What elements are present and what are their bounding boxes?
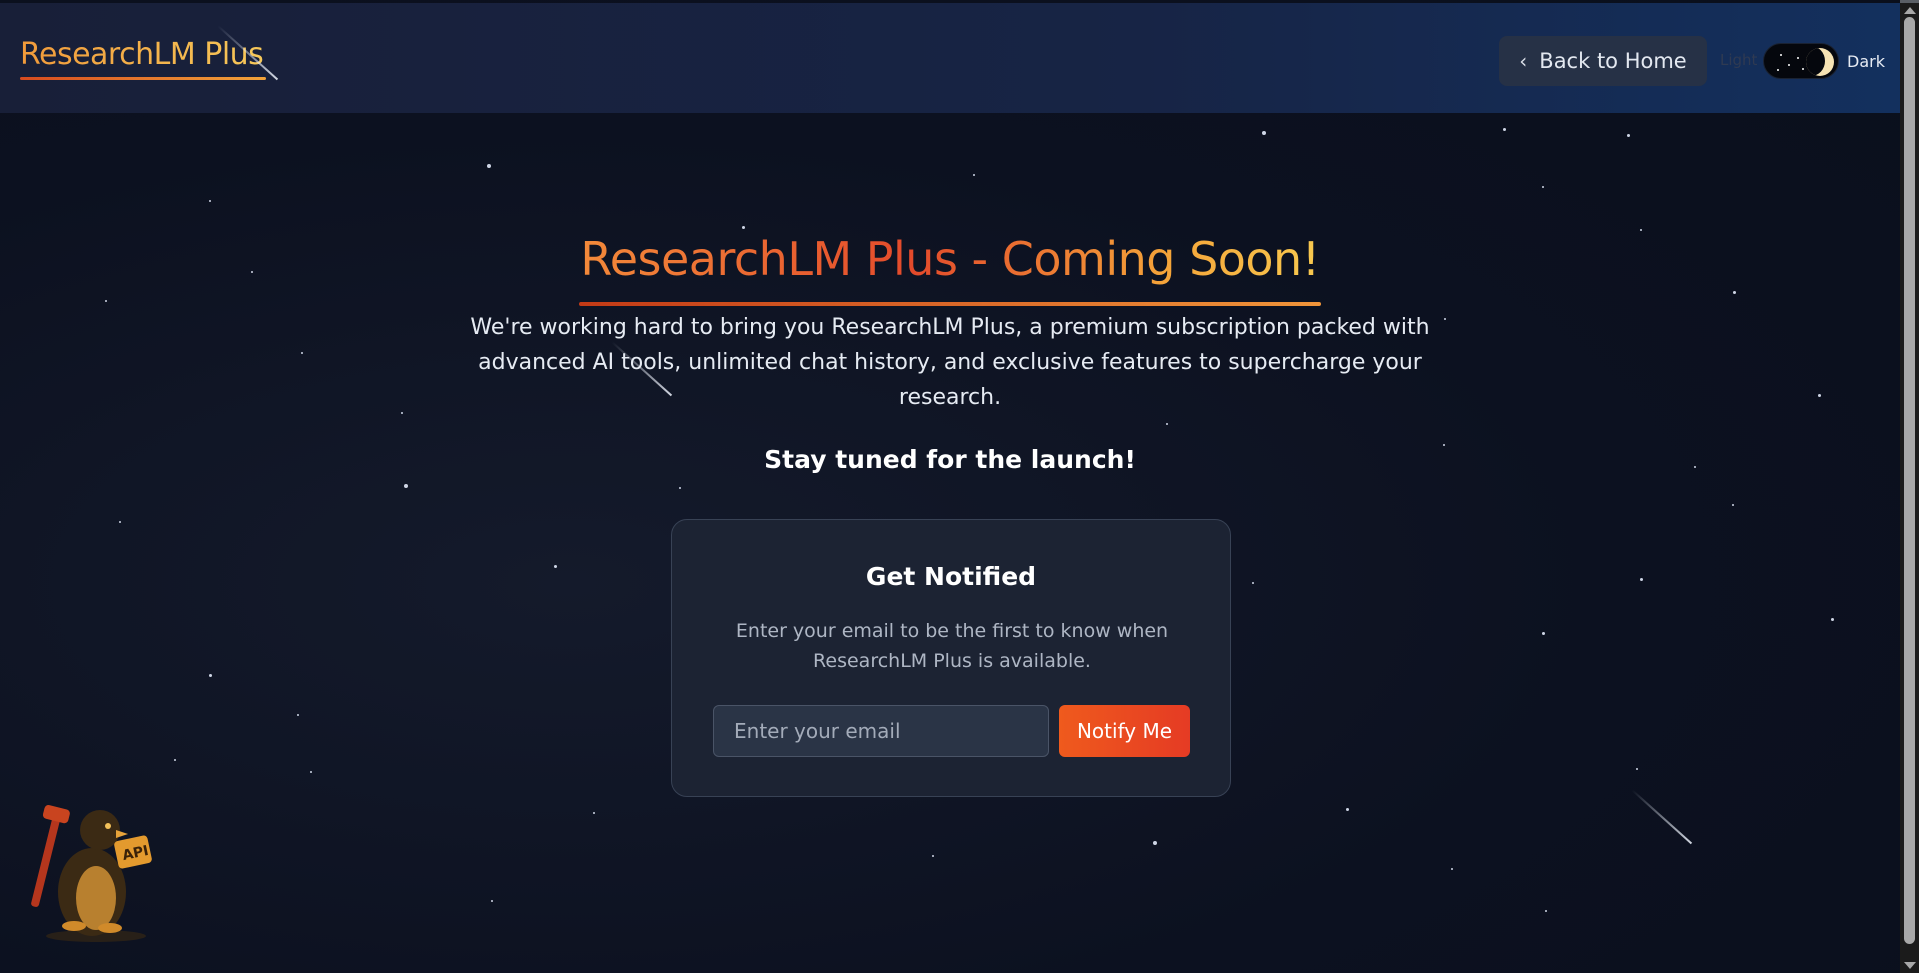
shooting-star	[1631, 789, 1693, 845]
star-decoration	[1797, 57, 1799, 59]
star-decoration	[679, 487, 681, 489]
notify-card: Get Notified Enter your email to be the …	[671, 519, 1231, 797]
star-decoration	[487, 164, 491, 168]
moon-icon	[1806, 48, 1834, 76]
star-decoration	[310, 771, 312, 773]
star-decoration	[1166, 423, 1168, 425]
star-decoration	[1831, 618, 1834, 621]
star-decoration	[1451, 868, 1453, 870]
scroll-down-arrow[interactable]	[1904, 962, 1916, 969]
theme-light-label: Light	[1720, 51, 1758, 69]
star-decoration	[1640, 578, 1643, 581]
title-underline	[579, 302, 1321, 306]
launch-tagline: Stay tuned for the launch!	[764, 445, 1136, 474]
star-decoration	[297, 714, 299, 716]
star-decoration	[1732, 504, 1734, 506]
star-decoration	[593, 812, 595, 814]
star-decoration	[1262, 131, 1266, 135]
page-title: ResearchLM Plus - Coming Soon!	[0, 232, 1900, 286]
page-background: ResearchLM Plus ‹ Back to Home Light Dar…	[0, 0, 1900, 973]
star-decoration	[1640, 229, 1642, 231]
star-decoration	[209, 200, 211, 202]
star-decoration	[1503, 128, 1506, 131]
star-decoration	[209, 674, 212, 677]
scrollbar-thumb[interactable]	[1904, 17, 1915, 944]
star-decoration	[932, 855, 934, 857]
scroll-up-arrow[interactable]	[1904, 7, 1916, 14]
star-decoration	[554, 565, 557, 568]
star-decoration	[1252, 582, 1254, 584]
star-decoration	[1636, 768, 1638, 770]
star-decoration	[491, 900, 493, 902]
notify-card-title: Get Notified	[865, 562, 1037, 591]
email-input[interactable]	[713, 705, 1049, 757]
page-description: We're working hard to bring you Research…	[470, 315, 1430, 410]
back-to-home-label: Back to Home	[1539, 49, 1687, 73]
star-decoration	[1777, 69, 1779, 71]
star-decoration	[1346, 808, 1349, 811]
star-decoration	[1802, 68, 1804, 70]
back-to-home-button[interactable]: ‹ Back to Home	[1499, 36, 1707, 86]
logo[interactable]: ResearchLM Plus	[20, 37, 264, 76]
star-decoration	[301, 352, 303, 354]
moon-shadow	[1806, 48, 1825, 76]
star-decoration	[1444, 318, 1446, 320]
star-decoration	[1788, 64, 1790, 66]
logo-underline	[20, 77, 266, 80]
top-navigation-bar: ResearchLM Plus ‹ Back to Home Light Dar…	[0, 3, 1900, 113]
vertical-scrollbar[interactable]	[1900, 3, 1919, 973]
star-decoration	[1780, 54, 1782, 56]
penguin-mascot-image: API	[31, 805, 152, 942]
star-decoration	[742, 226, 745, 229]
theme-toggle[interactable]	[1763, 43, 1839, 79]
star-decoration	[105, 300, 107, 302]
star-decoration	[119, 521, 121, 523]
star-decoration	[1733, 291, 1736, 294]
star-decoration	[401, 412, 403, 414]
star-decoration	[1627, 134, 1630, 137]
star-decoration	[973, 174, 975, 176]
star-decoration	[1542, 632, 1545, 635]
chevron-left-icon: ‹	[1519, 49, 1528, 73]
star-decoration	[1545, 910, 1547, 912]
theme-dark-label: Dark	[1847, 52, 1885, 71]
star-decoration	[1153, 841, 1157, 845]
star-decoration	[1542, 186, 1544, 188]
star-decoration	[1818, 394, 1821, 397]
notify-card-description: Enter your email to be the first to know…	[735, 620, 1169, 672]
page-title-text: ResearchLM Plus - Coming Soon!	[580, 232, 1320, 286]
star-decoration	[404, 484, 408, 488]
star-decoration	[174, 759, 176, 761]
notify-me-button[interactable]: Notify Me	[1059, 705, 1190, 757]
